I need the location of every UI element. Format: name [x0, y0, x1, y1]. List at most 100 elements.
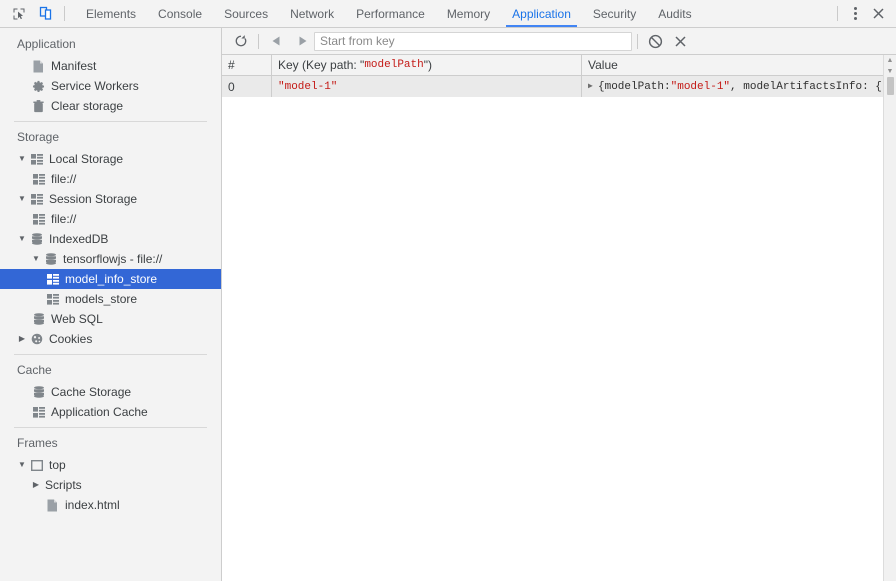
page-icon: [44, 499, 61, 512]
expand-object-icon[interactable]: ▶: [588, 82, 598, 91]
scroll-down-arrow-icon[interactable]: ▼: [884, 66, 896, 77]
sidebar-item-frame-index-html[interactable]: index.html: [0, 495, 221, 515]
sidebar-item-session-storage-origin[interactable]: file://: [0, 209, 221, 229]
next-page-button[interactable]: [289, 29, 314, 53]
refresh-icon: [235, 35, 246, 47]
table-icon: [30, 406, 47, 418]
sidebar-item-local-storage-origin[interactable]: file://: [0, 169, 221, 189]
start-from-key-input[interactable]: [314, 31, 632, 51]
tab-label: Console: [158, 6, 203, 21]
device-toolbar-button[interactable]: [32, 1, 58, 27]
sidebar-section-storage: Storage: [17, 130, 60, 144]
column-header-value[interactable]: Value: [582, 55, 896, 75]
sidebar-item-frame-scripts[interactable]: ▶ Scripts: [0, 475, 221, 495]
sidebar-divider: [14, 354, 207, 355]
tab-security[interactable]: Security: [582, 0, 647, 27]
more-options-button[interactable]: [844, 3, 866, 25]
sidebar-divider: [14, 121, 207, 122]
previous-page-button[interactable]: [264, 29, 289, 53]
column-header-key[interactable]: Key (Key path: " modelPath "): [272, 55, 582, 75]
column-header-key-prefix: Key (Key path: ": [278, 58, 365, 72]
table-icon: [44, 273, 61, 285]
idb-toolbar: [222, 28, 896, 55]
database-icon: [28, 233, 45, 245]
sidebar-item-cache-storage[interactable]: Cache Storage: [0, 382, 221, 402]
database-icon: [42, 253, 59, 265]
chevron-down-icon[interactable]: ▼: [30, 255, 42, 263]
inspect-element-button[interactable]: [6, 1, 32, 27]
toolbar-divider: [258, 33, 259, 49]
sidebar-item-label: Cache Storage: [51, 385, 132, 399]
tab-network[interactable]: Network: [279, 0, 345, 27]
tab-console[interactable]: Console: [147, 0, 213, 27]
column-header-index[interactable]: #: [222, 55, 272, 75]
close-devtools-button[interactable]: [866, 2, 890, 26]
application-sidebar: Application Manifest Service Workers Cle…: [0, 28, 222, 581]
sidebar-item-manifest[interactable]: Manifest: [0, 56, 221, 76]
sidebar-item-clear-storage[interactable]: Clear storage: [0, 96, 221, 116]
sidebar-item-label: file://: [51, 172, 77, 186]
tab-label: Network: [290, 6, 335, 21]
sidebar-item-indexeddb[interactable]: ▼ IndexedDB: [0, 229, 221, 249]
tab-label: Memory: [446, 6, 491, 21]
sidebar-item-local-storage[interactable]: ▼ Local Storage: [0, 149, 221, 169]
tab-sources[interactable]: Sources: [213, 0, 279, 27]
table-icon: [44, 293, 61, 305]
cell-key-value: "model-1": [278, 80, 338, 93]
tabbar-right-divider: [837, 6, 838, 21]
table-icon: [30, 173, 47, 185]
table-icon: [30, 213, 47, 225]
sidebar-item-cookies[interactable]: ▶ Cookies: [0, 329, 221, 349]
cell-value[interactable]: ▶ {modelPath: "model-1", modelArtifactsIn…: [582, 76, 896, 97]
sidebar-item-session-storage[interactable]: ▼ Session Storage: [0, 189, 221, 209]
chevron-down-icon[interactable]: ▼: [16, 195, 28, 203]
close-icon: [872, 8, 884, 19]
sidebar-item-label: tensorflowjs - file://: [63, 252, 163, 266]
chevron-down-icon[interactable]: ▼: [16, 235, 28, 243]
frame-icon: [28, 459, 45, 471]
sidebar-item-label: top: [49, 458, 66, 472]
tab-label: Security: [592, 6, 637, 21]
sidebar-item-label: IndexedDB: [49, 232, 109, 246]
tab-label: Performance: [356, 6, 425, 21]
cell-value-prefix: {modelPath:: [598, 80, 671, 93]
sidebar-item-label: Clear storage: [51, 99, 124, 113]
sidebar-item-application-cache[interactable]: Application Cache: [0, 402, 221, 422]
clear-object-store-button[interactable]: [643, 29, 668, 53]
cell-key[interactable]: "model-1": [272, 76, 582, 97]
table-row[interactable]: 0 "model-1" ▶ {modelPath: "model-1", mode…: [222, 76, 896, 97]
refresh-button[interactable]: [228, 29, 253, 53]
chevron-right-icon[interactable]: ▶: [30, 481, 42, 489]
sidebar-item-web-sql[interactable]: Web SQL: [0, 309, 221, 329]
tab-memory[interactable]: Memory: [436, 0, 501, 27]
delete-selected-button[interactable]: [668, 29, 693, 53]
sidebar-item-label: Web SQL: [51, 312, 103, 326]
tab-label: Application: [512, 6, 571, 21]
panel-tabs: Elements Console Sources Network Perform…: [75, 0, 831, 27]
next-page-icon: [299, 36, 306, 46]
scroll-up-arrow-icon[interactable]: ▲: [884, 55, 896, 66]
sidebar-item-label: Application Cache: [51, 405, 148, 419]
tab-application[interactable]: Application: [501, 0, 582, 27]
tab-audits[interactable]: Audits: [647, 0, 702, 27]
tab-elements[interactable]: Elements: [75, 0, 147, 27]
gear-icon: [30, 80, 47, 93]
sidebar-item-indexeddb-database[interactable]: ▼ tensorflowjs - file://: [0, 249, 221, 269]
chevron-right-icon[interactable]: ▶: [16, 335, 28, 343]
sidebar-item-frame-top[interactable]: ▼ top: [0, 455, 221, 475]
data-grid-scrollbar[interactable]: ▲ ▼: [883, 55, 896, 581]
sidebar-divider: [14, 427, 207, 428]
chevron-down-icon[interactable]: ▼: [16, 461, 28, 469]
sidebar-item-model-info-store[interactable]: model_info_store: [0, 269, 221, 289]
sidebar-item-models-store[interactable]: models_store: [0, 289, 221, 309]
panel-body: Application Manifest Service Workers Cle…: [0, 28, 896, 581]
cell-value-suffix: , modelArtifactsInfo: {: [730, 80, 882, 93]
sidebar-item-service-workers[interactable]: Service Workers: [0, 76, 221, 96]
tab-label: Elements: [86, 6, 137, 21]
chevron-down-icon[interactable]: ▼: [16, 155, 28, 163]
previous-page-icon: [272, 36, 279, 46]
scrollbar-thumb[interactable]: [887, 77, 894, 95]
tabbar-tools: [0, 0, 71, 27]
tab-performance[interactable]: Performance: [345, 0, 436, 27]
database-icon: [30, 386, 47, 398]
